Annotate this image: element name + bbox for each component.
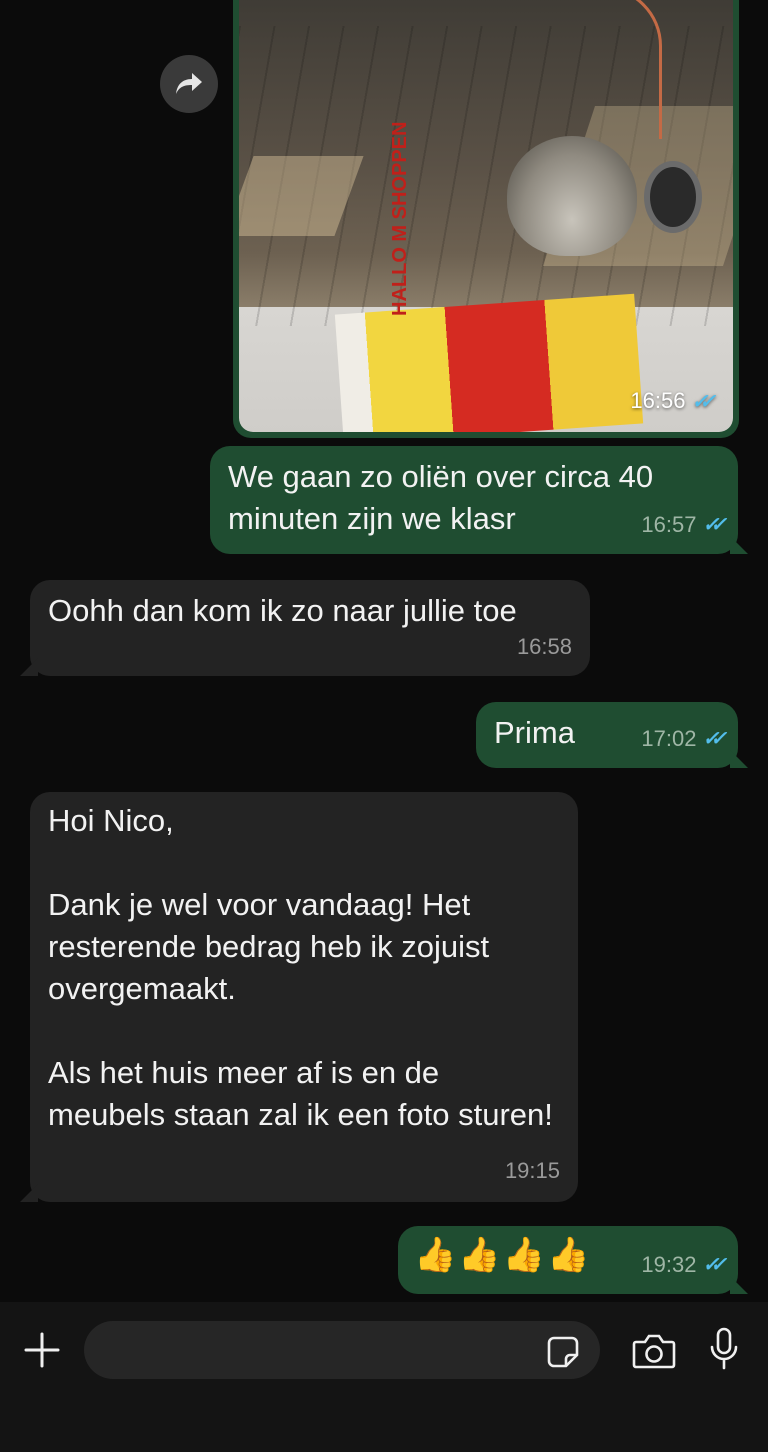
time-label: 17:02 [641, 726, 697, 751]
read-receipt-icon: ✓✓ [691, 390, 715, 413]
time-label: 16:58 [516, 634, 572, 659]
incoming-message[interactable]: Hoi Nico, Dank je wel voor vandaag! Het … [20, 792, 578, 1202]
attach-button[interactable] [22, 1330, 62, 1370]
forward-arrow-icon [176, 73, 202, 94]
photo-message[interactable]: HALLO M SHOPPEN 16:56 ✓✓ [233, 0, 739, 438]
message-text: We gaan zo oliën over circa 40 minuten z… [228, 459, 654, 536]
message-text: 👍👍👍👍 [414, 1236, 592, 1274]
read-receipt-icon: ✓✓ [702, 1254, 726, 1276]
photo-sander-wheel [644, 161, 702, 233]
bubble-tail [730, 1276, 748, 1294]
message-text: Hoi Nico, Dank je wel voor vandaag! Het … [48, 803, 553, 1132]
read-receipt-icon: ✓✓ [702, 728, 726, 750]
message-input[interactable] [84, 1321, 600, 1379]
bubble-tail [730, 750, 748, 768]
time-label: 16:57 [641, 512, 697, 537]
photo-cable [599, 0, 662, 139]
sticker-icon [547, 1336, 579, 1368]
photo-flyer [334, 293, 644, 432]
camera-button[interactable] [630, 1330, 678, 1372]
incoming-message[interactable]: Oohh dan kom ik zo naar jullie toe 16:58 [20, 580, 590, 676]
message-timestamp: 19:15 [504, 1150, 560, 1192]
plus-icon [24, 1332, 60, 1368]
sticker-button[interactable] [544, 1333, 582, 1371]
photo-floor-sander [507, 136, 637, 256]
message-timestamp: 17:02 ✓✓ [641, 718, 726, 760]
message-text: Prima [494, 715, 575, 750]
message-timestamp: 19:32 ✓✓ [641, 1244, 726, 1286]
chat-area: HALLO M SHOPPEN 16:56 ✓✓ We gaan zo olië… [0, 0, 768, 1302]
camera-icon [632, 1334, 676, 1369]
bubble-tail [20, 1184, 38, 1202]
read-receipt-icon: ✓✓ [702, 514, 726, 536]
forward-button[interactable] [160, 55, 218, 113]
message-timestamp: 16:58 [516, 626, 572, 668]
time-label: 19:32 [641, 1252, 697, 1277]
message-timestamp: 16:57 ✓✓ [641, 504, 726, 546]
bubble-tail [730, 536, 748, 554]
voice-message-button[interactable] [704, 1326, 744, 1372]
bubble-tail [20, 658, 38, 676]
outgoing-message[interactable]: We gaan zo oliën over circa 40 minuten z… [210, 446, 748, 554]
time-label: 19:15 [504, 1158, 560, 1183]
microphone-icon [710, 1327, 738, 1370]
outgoing-message[interactable]: 👍👍👍👍 19:32 ✓✓ [398, 1226, 748, 1294]
time-label: 16:56 [630, 388, 686, 413]
floor-sanding-photo[interactable]: HALLO M SHOPPEN 16:56 ✓✓ [239, 0, 733, 432]
message-text: Oohh dan kom ik zo naar jullie toe [48, 593, 517, 628]
outgoing-message[interactable]: Prima 17:02 ✓✓ [476, 702, 748, 768]
message-timestamp: 16:56 ✓✓ [630, 388, 715, 414]
photo-flyer-text: HALLO M SHOPPEN [389, 121, 411, 316]
